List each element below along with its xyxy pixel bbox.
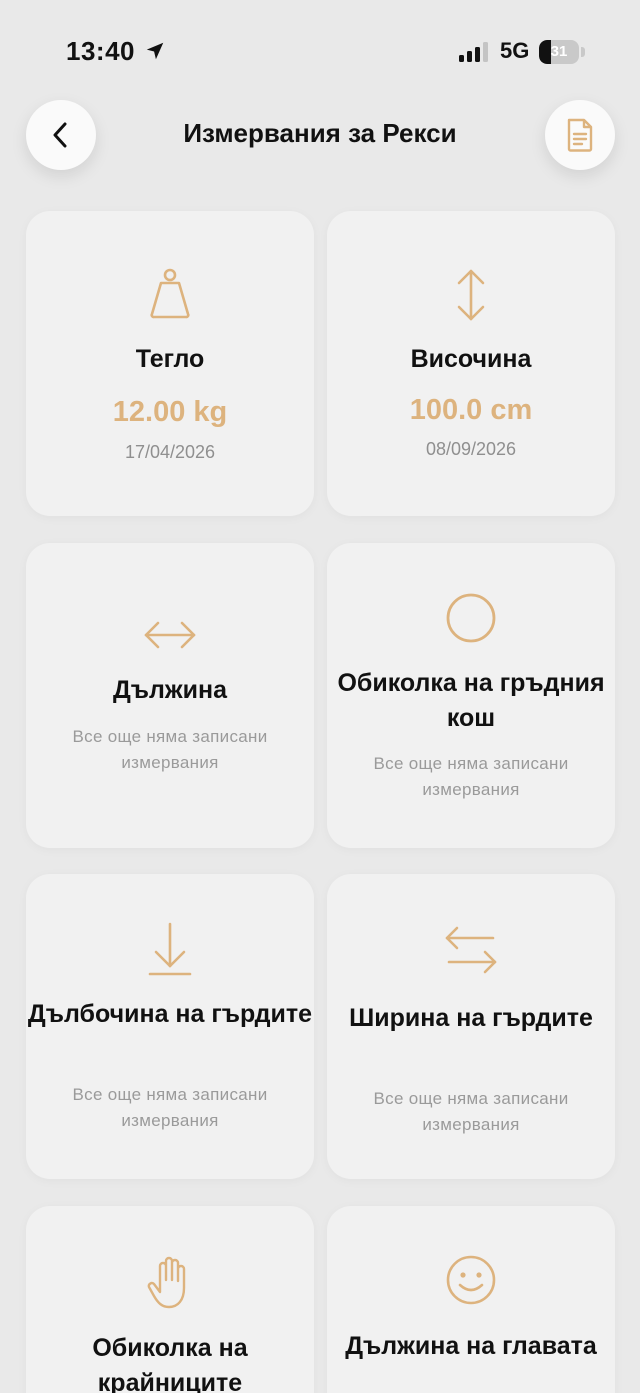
network-type: 5G: [500, 38, 530, 63]
card-value: 12.00 kg: [112, 396, 228, 428]
measurement-card-length[interactable]: Дължина Все още няма записани измервания: [26, 543, 314, 848]
measurement-card-limb-circumference[interactable]: Обиколка на крайниците: [26, 1206, 314, 1393]
measurement-card-head-length[interactable]: Дължина на главата: [327, 1206, 615, 1393]
card-title: Дължина на главата: [345, 1332, 597, 1360]
document-icon: [567, 118, 593, 152]
swap-arrows-icon: [445, 926, 497, 974]
weight-icon: [150, 268, 190, 319]
status-bar: 13:40 5G 31: [0, 0, 640, 100]
card-date: 08/09/2026: [425, 439, 517, 459]
card-title: Тегло: [135, 345, 205, 373]
measurement-card-chest-circumference[interactable]: Обиколка на гръдния кош Все още няма зап…: [327, 543, 615, 848]
height-arrows-icon: [457, 269, 485, 321]
card-title: Дълбочина на гърдите: [27, 1000, 313, 1028]
cellular-signal-icon: [459, 42, 488, 62]
measurement-card-height[interactable]: Височина 100.0 cm 08/09/2026: [327, 211, 615, 516]
circle-icon: [446, 593, 496, 643]
document-button[interactable]: [545, 100, 615, 170]
card-title: Височина: [410, 345, 532, 373]
card-empty-message: Все още няма записани измервания: [72, 727, 268, 772]
status-time: 13:40: [66, 36, 135, 66]
chevron-left-icon: [53, 122, 67, 148]
smiley-icon: [446, 1255, 496, 1305]
battery-cap: [581, 47, 585, 57]
card-title: Обиколка на крайниците: [92, 1334, 248, 1393]
card-date: 17/04/2026: [124, 442, 216, 462]
page-title: Измервания за Рекси: [183, 118, 457, 148]
card-title: Ширина на гърдите: [349, 1004, 593, 1032]
measurement-card-weight[interactable]: Тегло 12.00 kg 17/04/2026: [26, 211, 314, 516]
card-title: Дължина: [112, 676, 227, 704]
arrow-down-icon: [148, 922, 192, 976]
length-arrows-icon: [144, 621, 196, 649]
location-arrow-icon: [146, 42, 164, 60]
battery-level: 31: [550, 43, 568, 60]
card-empty-message: Все още няма записани измервания: [72, 1085, 268, 1130]
card-empty-message: Все още няма записани измервания: [373, 1089, 569, 1134]
hand-icon: [147, 1256, 186, 1309]
card-value: 100.0 cm: [409, 394, 533, 426]
card-title: Обиколка на гръдния кош: [337, 669, 605, 732]
card-empty-message: Все още няма записани измервания: [373, 754, 569, 799]
measurement-card-chest-width[interactable]: Ширина на гърдите Все още няма записани …: [327, 874, 615, 1179]
back-button[interactable]: [26, 100, 96, 170]
battery-icon: 31: [539, 40, 579, 64]
measurement-card-chest-depth[interactable]: Дълбочина на гърдите Все още няма записа…: [26, 874, 314, 1179]
